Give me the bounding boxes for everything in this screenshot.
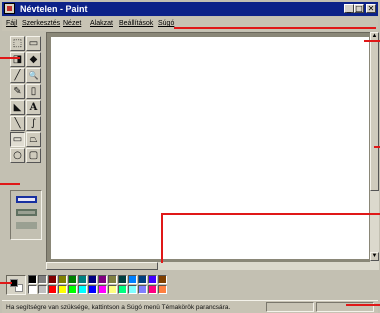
current-colors xyxy=(6,275,26,295)
brush-tool[interactable]: ▯ xyxy=(26,84,41,99)
color-picker-tool[interactable]: ╱ xyxy=(10,68,25,83)
drawing-canvas[interactable] xyxy=(51,37,369,259)
polygon-tool[interactable]: ⏢ xyxy=(26,132,41,147)
rectangle-tool[interactable]: ▭ xyxy=(10,132,25,147)
status-text: Ha segítségre van szüksége, kattintson a… xyxy=(6,304,231,311)
callout-line-status xyxy=(346,304,380,306)
text-tool[interactable]: A xyxy=(26,100,41,115)
fill-style-outline-option[interactable] xyxy=(16,196,37,203)
close-button[interactable]: ✕ xyxy=(366,4,376,13)
maximize-button[interactable]: □ xyxy=(354,4,364,13)
palette-swatch[interactable] xyxy=(28,285,37,294)
palette-swatch[interactable] xyxy=(78,285,87,294)
palette-swatch[interactable] xyxy=(48,285,57,294)
palette-swatch[interactable] xyxy=(28,275,37,284)
scroll-down-icon[interactable]: ▼ xyxy=(370,252,379,261)
callout-line-vscroll xyxy=(374,146,380,148)
palette-swatch[interactable] xyxy=(38,275,47,284)
color-palette xyxy=(4,274,376,296)
horizontal-scrollbar[interactable] xyxy=(46,262,370,270)
canvas-area xyxy=(46,32,372,270)
select-tool[interactable]: ▭ xyxy=(26,36,41,51)
minimize-button[interactable]: _ xyxy=(344,4,354,13)
menu-image[interactable]: Alakzat xyxy=(90,19,113,29)
line-tool[interactable]: ╲ xyxy=(10,116,25,131)
pencil-tool[interactable]: ✎ xyxy=(10,84,25,99)
free-select-tool[interactable]: ⬚ xyxy=(10,36,25,51)
fill-style-fill-option[interactable] xyxy=(16,222,37,229)
menu-options[interactable]: Beállítások xyxy=(119,19,153,29)
palette-swatch[interactable] xyxy=(38,285,47,294)
tool-options-box xyxy=(10,190,42,240)
palette-swatch[interactable] xyxy=(88,275,97,284)
callout-line-tools xyxy=(0,57,20,59)
magnifier-tool[interactable]: 🔍 xyxy=(26,68,41,83)
curve-tool[interactable]: ∫ xyxy=(26,116,41,131)
palette-swatch[interactable] xyxy=(98,275,107,284)
palette-swatch[interactable] xyxy=(138,285,147,294)
ellipse-tool[interactable]: ○ xyxy=(10,148,25,163)
palette-swatch[interactable] xyxy=(128,285,137,294)
paint-window: Névtelen - Paint _ □ ✕ Fájl Szerkesztés … xyxy=(0,0,380,313)
palette-swatch[interactable] xyxy=(48,275,57,284)
palette-swatch[interactable] xyxy=(118,275,127,284)
rounded-rectangle-tool[interactable]: ▢ xyxy=(26,148,41,163)
palette-swatch[interactable] xyxy=(148,275,157,284)
palette-swatch[interactable] xyxy=(58,275,67,284)
status-cell-position xyxy=(266,302,314,312)
window-title: Névtelen - Paint xyxy=(20,4,88,14)
title-bar[interactable]: Névtelen - Paint _ □ ✕ xyxy=(2,2,378,16)
fill-style-outline-fill-option[interactable] xyxy=(16,209,37,216)
menu-edit[interactable]: Szerkesztés xyxy=(22,19,60,29)
menu-file[interactable]: Fájl xyxy=(6,19,17,29)
callout-line-canvas-vertical xyxy=(161,213,163,263)
airbrush-tool[interactable]: ◣ xyxy=(10,100,25,115)
callout-line-options xyxy=(0,183,20,185)
callout-line-menu xyxy=(174,27,376,29)
palette-swatch[interactable] xyxy=(108,275,117,284)
menu-bar: Fájl Szerkesztés Nézet Alakzat Beállítás… xyxy=(2,17,378,31)
fill-tool[interactable]: ◆ xyxy=(26,52,41,67)
palette-swatch[interactable] xyxy=(138,275,147,284)
palette-swatch[interactable] xyxy=(98,285,107,294)
palette-swatch[interactable] xyxy=(118,285,127,294)
palette-swatch[interactable] xyxy=(68,275,77,284)
eraser-tool[interactable]: ◨ xyxy=(10,52,25,67)
vertical-scrollbar[interactable]: ▲ ▼ xyxy=(370,32,379,270)
palette-swatch[interactable] xyxy=(148,285,157,294)
palette-swatch[interactable] xyxy=(158,275,167,284)
callout-line-colors xyxy=(0,282,12,284)
vertical-scroll-thumb[interactable] xyxy=(370,41,379,191)
tool-box: ⬚ ▭ ◨ ◆ ╱ 🔍 ✎ ▯ ◣ A ╲ ∫ ▭ ⏢ ○ ▢ xyxy=(4,34,42,272)
horizontal-scroll-thumb[interactable] xyxy=(46,262,158,270)
palette-swatch[interactable] xyxy=(78,275,87,284)
palette-swatch[interactable] xyxy=(88,285,97,294)
palette-swatch[interactable] xyxy=(108,285,117,294)
palette-swatch[interactable] xyxy=(58,285,67,294)
palette-swatch[interactable] xyxy=(68,285,77,294)
menu-help[interactable]: Súgó xyxy=(158,19,174,29)
callout-line-titlebar xyxy=(364,40,380,42)
paint-app-icon[interactable] xyxy=(4,3,15,14)
callout-line-canvas xyxy=(161,213,380,215)
palette-swatch[interactable] xyxy=(158,285,167,294)
menu-view[interactable]: Nézet xyxy=(63,19,81,29)
palette-swatch[interactable] xyxy=(128,275,137,284)
status-bar: Ha segítségre van szüksége, kattintson a… xyxy=(2,300,378,313)
